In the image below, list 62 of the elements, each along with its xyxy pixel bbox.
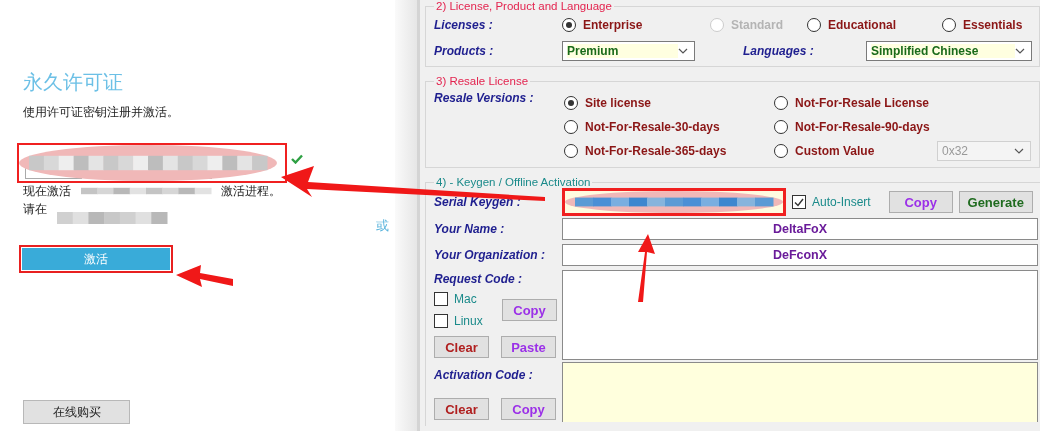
annotation-arrow <box>176 265 233 287</box>
checkbox-option[interactable]: Linux <box>434 314 492 328</box>
checkbox[interactable] <box>792 195 806 209</box>
paste-button[interactable]: Paste <box>501 336 556 358</box>
clear-button[interactable]: Clear <box>434 398 489 420</box>
radio-button[interactable] <box>774 96 788 110</box>
checkbox-option[interactable]: Auto-Insert <box>792 195 871 209</box>
caret-icon <box>1014 148 1024 154</box>
radio-button[interactable] <box>942 18 956 32</box>
radio-option[interactable]: Custom Value <box>774 144 937 158</box>
field-label: Resale Versions : <box>434 91 535 107</box>
generate-button[interactable]: Generate <box>958 191 1033 213</box>
page-title: 永久许可证 <box>23 69 124 96</box>
checkbox[interactable] <box>434 292 448 306</box>
field-label: Your Name : <box>434 222 506 236</box>
field-label: Licenses : <box>434 18 494 32</box>
radio-button[interactable] <box>564 96 578 110</box>
radio-option[interactable]: Educational <box>807 18 942 32</box>
field-label: Serial Keygen : <box>434 195 522 209</box>
field-label: Languages : <box>742 44 815 58</box>
caret-icon <box>1015 48 1025 54</box>
copy-button[interactable]: Copy <box>501 398 556 420</box>
checkmark-icon <box>291 154 303 164</box>
radio-option[interactable]: Not-For-Resale License <box>774 96 937 110</box>
checkbox-option[interactable]: Mac <box>434 292 492 306</box>
status-text: 现在激活 <box>23 183 71 199</box>
radio-button[interactable] <box>774 120 788 134</box>
field-label: Request Code : <box>434 272 523 286</box>
radio-button[interactable] <box>564 144 578 158</box>
dropdown[interactable]: Premium <box>562 41 695 61</box>
field-label: Products : <box>434 44 495 58</box>
checkmark-icon <box>794 197 804 207</box>
buy-online-button[interactable]: 在线购买 <box>23 400 130 424</box>
caret-icon <box>678 48 688 54</box>
radio-button[interactable] <box>562 18 576 32</box>
copy-button[interactable]: Copy <box>888 191 953 213</box>
radio-option: Standard <box>710 18 807 32</box>
radio-option[interactable]: Essentials <box>942 18 1023 32</box>
dropdown[interactable]: Simplified Chinese <box>866 41 1032 61</box>
group-title: 3) Resale License <box>435 75 530 87</box>
radio-option[interactable]: Not-For-Resale-365-days <box>564 144 774 158</box>
name-field[interactable]: DeltaFoX <box>562 218 1038 240</box>
copy-button[interactable]: Copy <box>502 299 557 321</box>
annotation-arrow <box>638 234 655 302</box>
radio-option[interactable]: Not-For-Resale-30-days <box>564 120 774 134</box>
radio-option[interactable]: Not-For-Resale-90-days <box>774 120 937 134</box>
status-text: 激活进程。 <box>221 183 281 199</box>
radio-button[interactable] <box>564 120 578 134</box>
organization-field[interactable]: DeFconX <box>562 244 1038 266</box>
description-text: 使用许可证密钥注册并激活。 <box>23 104 180 121</box>
radio-button[interactable] <box>807 18 821 32</box>
status-text: 请在 <box>23 201 47 217</box>
group-title: 4) - Keygen / Offline Activation <box>435 176 592 188</box>
radio-option[interactable]: Site license <box>564 96 774 110</box>
field-label: Activation Code : <box>434 368 534 382</box>
activation-code-area[interactable] <box>562 362 1038 422</box>
clear-button[interactable]: Clear <box>434 336 489 358</box>
checkbox[interactable] <box>434 314 448 328</box>
group-title: 2) License, Product and Language <box>435 0 613 12</box>
radio-option[interactable]: Enterprise <box>562 18 710 32</box>
radio-button[interactable] <box>774 144 788 158</box>
field-label: Your Organization : <box>434 248 546 262</box>
